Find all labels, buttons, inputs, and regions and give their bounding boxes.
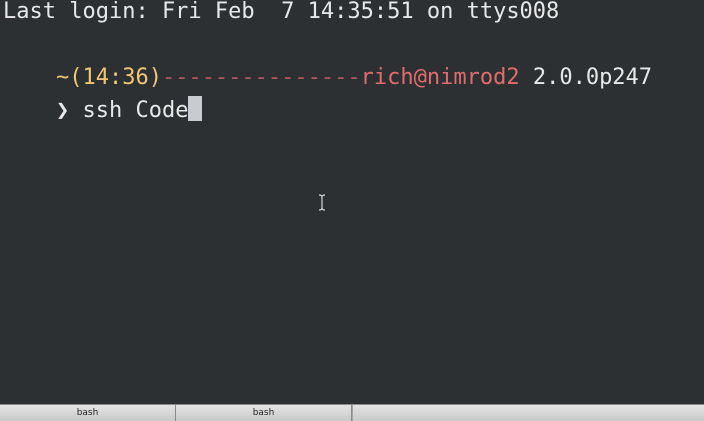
command-input[interactable]: ssh Code	[69, 98, 188, 123]
tab-bar-empty-space	[352, 405, 704, 421]
terminal-window[interactable]: Last login: Fri Feb 7 14:35:51 on ttys00…	[0, 0, 704, 404]
command-line[interactable]: ❯ ssh Code	[3, 61, 203, 160]
tab-bash-1[interactable]: bash	[0, 405, 176, 421]
prompt-chevron-icon: ❯	[55, 98, 70, 123]
prompt-user-host: rich@nimrod2	[360, 65, 520, 90]
last-login-line: Last login: Fri Feb 7 14:35:51 on ttys00…	[3, 0, 560, 24]
ibeam-cursor-icon	[318, 194, 326, 211]
prompt-ruby-version: 2.0.0p247	[519, 65, 653, 90]
text-cursor	[188, 96, 203, 121]
tab-bar: bash bash	[0, 404, 704, 421]
tab-bash-2[interactable]: bash	[176, 405, 352, 421]
